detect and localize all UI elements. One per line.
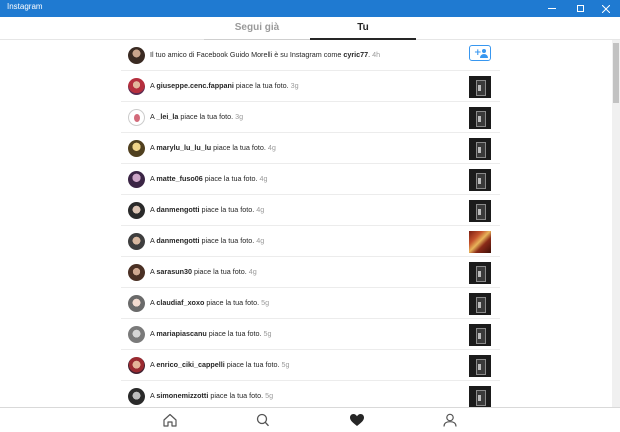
username-link[interactable]: cyric77: [343, 50, 368, 59]
follow-button[interactable]: +: [469, 45, 491, 61]
timestamp: 5g: [281, 360, 290, 369]
avatar[interactable]: [128, 233, 145, 250]
activity-text: A danmengotti piace la tua foto. 4g: [150, 236, 265, 245]
window-title: Instagram: [7, 2, 43, 11]
timestamp: 4g: [259, 174, 268, 183]
username-link[interactable]: danmengotti: [156, 236, 199, 245]
username-link[interactable]: marylu_lu_lu_lu: [156, 143, 211, 152]
timestamp: 5g: [263, 329, 272, 338]
photo-thumbnail[interactable]: [469, 107, 491, 129]
username-link[interactable]: giuseppe.cenc.fappani: [156, 81, 233, 90]
avatar[interactable]: [128, 264, 145, 281]
heart-icon[interactable]: [349, 413, 365, 427]
title-bar: Instagram: [0, 0, 620, 17]
activity-row[interactable]: A danmengotti piace la tua foto. 4g: [121, 195, 500, 226]
photo-thumbnail[interactable]: [469, 355, 491, 377]
activity-row[interactable]: A sarasun30 piace la tua foto. 4g: [121, 257, 500, 288]
close-button[interactable]: [592, 0, 620, 17]
photo-thumbnail[interactable]: [469, 76, 491, 98]
activity-feed: Il tuo amico di Facebook Guido Morelli è…: [121, 40, 500, 407]
photo-thumbnail[interactable]: [469, 386, 491, 407]
close-icon: [602, 4, 610, 13]
home-icon[interactable]: [162, 413, 178, 427]
username-link[interactable]: claudiaf_xoxo: [156, 298, 204, 307]
timestamp: 3g: [235, 112, 244, 121]
activity-row[interactable]: A simonemizzotti piace la tua foto. 5g: [121, 381, 500, 407]
profile-icon[interactable]: [442, 413, 458, 427]
activity-row[interactable]: Il tuo amico di Facebook Guido Morelli è…: [121, 40, 500, 71]
activity-tabs: Segui già Tu: [0, 17, 620, 40]
search-icon[interactable]: [255, 413, 271, 427]
bottom-nav: [0, 407, 620, 432]
activity-text: A claudiaf_xoxo piace la tua foto. 5g: [150, 298, 270, 307]
activity-row[interactable]: A claudiaf_xoxo piace la tua foto. 5g: [121, 288, 500, 319]
timestamp: 4g: [267, 143, 276, 152]
avatar[interactable]: [128, 326, 145, 343]
activity-row[interactable]: A matte_fuso06 piace la tua foto. 4g: [121, 164, 500, 195]
timestamp: 4h: [372, 50, 381, 59]
activity-row[interactable]: A giuseppe.cenc.fappani piace la tua fot…: [121, 71, 500, 102]
timestamp: 4g: [248, 267, 257, 276]
activity-row[interactable]: A _lei_la piace la tua foto. 3g: [121, 102, 500, 133]
activity-text: Il tuo amico di Facebook Guido Morelli è…: [150, 50, 381, 59]
activity-text: A simonemizzotti piace la tua foto. 5g: [150, 391, 274, 400]
avatar[interactable]: [128, 78, 145, 95]
username-link[interactable]: enrico_ciki_cappelli: [156, 360, 224, 369]
username-link[interactable]: danmengotti: [156, 205, 199, 214]
scrollbar[interactable]: [612, 40, 620, 407]
timestamp: 3g: [290, 81, 299, 90]
minimize-icon: [548, 8, 556, 9]
activity-row[interactable]: A danmengotti piace la tua foto. 4g: [121, 226, 500, 257]
avatar[interactable]: [128, 140, 145, 157]
username-link[interactable]: simonemizzotti: [156, 391, 208, 400]
tab-following[interactable]: Segui già: [204, 17, 310, 40]
username-link[interactable]: sarasun30: [156, 267, 192, 276]
avatar[interactable]: [128, 295, 145, 312]
activity-text: A enrico_ciki_cappelli piace la tua foto…: [150, 360, 290, 369]
timestamp: 5g: [265, 391, 274, 400]
timestamp: 4g: [256, 205, 265, 214]
avatar[interactable]: [128, 109, 145, 126]
maximize-button[interactable]: [566, 0, 594, 17]
username-link[interactable]: mariapiascanu: [156, 329, 206, 338]
activity-text: A danmengotti piace la tua foto. 4g: [150, 205, 265, 214]
activity-row[interactable]: A mariapiascanu piace la tua foto. 5g: [121, 319, 500, 350]
photo-thumbnail[interactable]: [469, 293, 491, 315]
tab-you[interactable]: Tu: [310, 17, 416, 40]
activity-text: A sarasun30 piace la tua foto. 4g: [150, 267, 257, 276]
scrollbar-thumb[interactable]: [613, 43, 619, 103]
photo-thumbnail[interactable]: [469, 169, 491, 191]
photo-thumbnail[interactable]: [469, 262, 491, 284]
timestamp: 4g: [256, 236, 265, 245]
activity-text: A giuseppe.cenc.fappani piace la tua fot…: [150, 81, 299, 90]
photo-thumbnail[interactable]: [469, 324, 491, 346]
photo-thumbnail[interactable]: [469, 138, 491, 160]
avatar[interactable]: [128, 357, 145, 374]
activity-text: A mariapiascanu piace la tua foto. 5g: [150, 329, 272, 338]
person-icon: [480, 49, 488, 58]
activity-row[interactable]: A marylu_lu_lu_lu piace la tua foto. 4g: [121, 133, 500, 164]
photo-thumbnail[interactable]: [469, 200, 491, 222]
username-link[interactable]: _lei_la: [156, 112, 178, 121]
activity-text: A matte_fuso06 piace la tua foto. 4g: [150, 174, 268, 183]
avatar[interactable]: [128, 171, 145, 188]
avatar[interactable]: [128, 202, 145, 219]
timestamp: 5g: [261, 298, 270, 307]
photo-thumbnail[interactable]: [469, 231, 491, 253]
activity-row[interactable]: A enrico_ciki_cappelli piace la tua foto…: [121, 350, 500, 381]
avatar[interactable]: [128, 47, 145, 64]
maximize-icon: [576, 5, 584, 12]
activity-text: A marylu_lu_lu_lu piace la tua foto. 4g: [150, 143, 276, 152]
username-link[interactable]: matte_fuso06: [156, 174, 202, 183]
avatar[interactable]: [128, 388, 145, 405]
minimize-button[interactable]: [538, 0, 566, 17]
activity-text: A _lei_la piace la tua foto. 3g: [150, 112, 244, 121]
